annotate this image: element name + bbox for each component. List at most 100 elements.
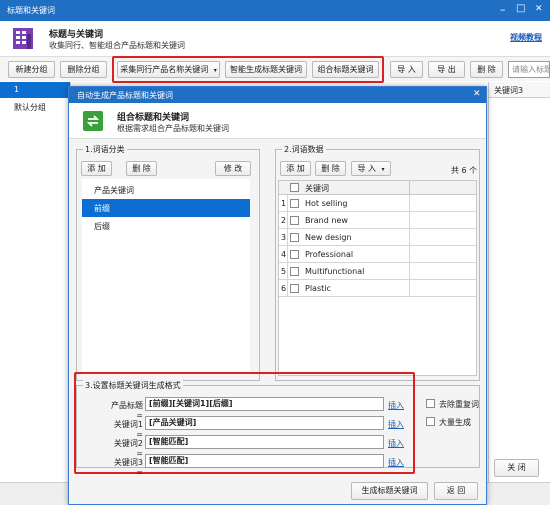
product-title-label: 产品标题 = [111,401,143,420]
table-row[interactable]: 6 Plastic [279,280,476,297]
keyword3-column-header: 关键词3 [489,82,550,98]
page-title: 标题与关键词 [49,30,104,40]
bulk-label: 大量生成 [439,418,471,427]
minimize-icon[interactable]: – [500,3,506,16]
delete-group-button[interactable]: 删除分组 [60,61,107,78]
select-all-checkbox[interactable] [290,183,299,192]
building-icon [13,28,33,49]
category-delete-button[interactable]: 删 除 [126,161,157,176]
window-title-bar: 标题和关键词 – □ ✕ [0,0,550,21]
row-number-divider [287,195,288,297]
combine-dialog: 自动生成产品标题和关键词 ✕ 组合标题和关键词 根据需求组合产品标题和关键词 1… [68,86,487,505]
import-button[interactable]: 导 入 [390,61,423,78]
new-group-button[interactable]: 新建分组 [8,61,55,78]
row-checkbox[interactable] [290,233,299,242]
dedupe-checkbox[interactable] [426,399,435,408]
word-add-button[interactable]: 添 加 [280,161,311,176]
column-divider [409,263,410,280]
dialog-title-bar: 自动生成产品标题和关键词 ✕ [69,87,486,103]
table-row[interactable]: 4 Professional [279,246,476,263]
word-delete-button[interactable]: 删 除 [315,161,346,176]
row-checkbox[interactable] [290,267,299,276]
row-number: 4 [281,250,287,259]
export-button[interactable]: 导 出 [428,61,465,78]
table-row[interactable]: 2 Brand new [279,212,476,229]
keyword1-insert-link[interactable]: 插入 [388,419,404,430]
row-checkbox[interactable] [290,284,299,293]
category-list: 产品关键词 前缀 后缀 [82,179,250,375]
group-list: 1 默认分组 [0,82,71,482]
search-input[interactable]: 请输入标题 [508,61,550,78]
collect-keywords-label: 采集同行产品名称关键词 [120,65,209,74]
category-item-prefix[interactable]: 前缀 [82,199,250,217]
video-tutorial-link[interactable]: 视频教程 [510,32,542,43]
generate-button[interactable]: 生成标题关键词 [351,482,428,500]
table-row[interactable]: 3 New design [279,229,476,246]
dialog-title: 自动生成产品标题和关键词 [77,91,173,100]
word-table-header: 关键词 [279,181,476,195]
page-subtitle: 收集同行、智能组合产品标题和关键词 [49,41,185,50]
dialog-close-icon[interactable]: ✕ [473,89,481,99]
word-import-label: 导 入 [357,164,376,173]
keyword3-label: 关键词3 = [113,458,143,477]
import-dropdown-icon: ▾ [381,166,385,173]
category-item-suffix[interactable]: 后缀 [82,217,250,235]
word-table: 关键词 1 Hot selling 2 Brand new 3 New design 4 Pr… [278,180,477,376]
format-section-label: 3.设置标题关键词生成格式 [83,380,183,391]
dialog-header-subtitle: 根据需求组合产品标题和关键词 [117,124,229,133]
dialog-header: 组合标题和关键词 根据需求组合产品标题和关键词 [69,103,486,139]
row-keyword: New design [305,233,352,242]
app-header: 标题与关键词 收集同行、智能组合产品标题和关键词 视频教程 [0,21,550,57]
category-section-label: 1.词语分类 [83,144,127,155]
keyword-table: 关键词3 关 闭 [488,82,550,482]
smart-generate-button[interactable]: 智能生成标题关键词 [225,61,307,78]
column-divider [409,195,410,212]
keyword2-insert-link[interactable]: 插入 [388,438,404,449]
keyword3-insert-link[interactable]: 插入 [388,457,404,468]
table-row[interactable]: 5 Multifunctional [279,263,476,280]
row-checkbox[interactable] [290,250,299,259]
word-import-button[interactable]: 导 入 ▾ [351,161,391,176]
delete-button[interactable]: 删 除 [470,61,503,78]
table-row[interactable]: 1 Hot selling [279,195,476,212]
product-title-insert-link[interactable]: 插入 [388,400,404,411]
back-button[interactable]: 返 回 [434,482,478,500]
row-keyword: Plastic [305,284,331,293]
group-item-1[interactable]: 1 [0,82,70,98]
category-add-button[interactable]: 添 加 [81,161,112,176]
row-number: 2 [281,216,287,225]
column-divider [409,181,410,195]
dropdown-arrow-icon: ▾ [213,67,217,74]
maximize-icon[interactable]: □ [516,3,525,14]
column-divider [409,212,410,229]
keyword2-label: 关键词2 = [113,439,143,458]
dialog-header-title: 组合标题和关键词 [117,113,190,123]
row-checkbox[interactable] [290,199,299,208]
combine-titles-button[interactable]: 组合标题关键词 [312,61,379,78]
row-checkbox[interactable] [290,216,299,225]
keyword3-input[interactable]: [智能匹配] [145,454,384,468]
row-number: 3 [281,233,287,242]
row-keyword: Professional [305,250,354,259]
category-item-product-keyword[interactable]: 产品关键词 [82,181,250,199]
collect-keywords-button[interactable]: 采集同行产品名称关键词 ▾ [117,61,220,78]
category-edit-button[interactable]: 修 改 [215,161,251,176]
column-divider [409,246,410,263]
keyword1-label: 关键词1 = [113,420,143,439]
close-icon[interactable]: ✕ [535,4,543,14]
column-divider [409,280,410,297]
dedupe-label: 去除重复词 [439,400,479,409]
main-close-button[interactable]: 关 闭 [494,459,539,477]
product-title-input[interactable]: [前缀][关键词1][后缀] [145,397,384,411]
word-count: 共 6 个 [451,166,478,175]
row-number: 6 [281,284,287,293]
group-item-default[interactable]: 默认分组 [0,99,70,115]
row-number: 1 [281,199,287,208]
column-divider [409,229,410,246]
keyword1-input[interactable]: [产品关键词] [145,416,384,430]
keyword2-input[interactable]: [智能匹配] [145,435,384,449]
bulk-checkbox[interactable] [426,417,435,426]
window-title: 标题和关键词 [7,6,55,15]
row-number: 5 [281,267,287,276]
row-keyword: Hot selling [305,199,348,208]
